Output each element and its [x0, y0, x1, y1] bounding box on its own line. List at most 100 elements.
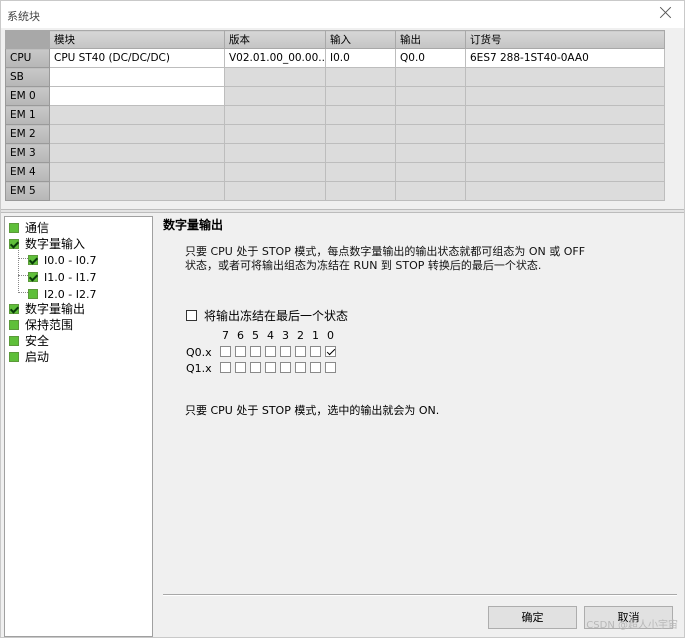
bit-checkbox[interactable] [310, 362, 321, 373]
tree-item-retentive-ranges[interactable]: 保持范围 [9, 317, 73, 333]
table-row[interactable]: EM 0 [5, 86, 665, 106]
tree-item-startup[interactable]: 启动 [9, 349, 49, 365]
tree-item-digital-input[interactable]: 数字量输入 [9, 236, 85, 252]
order-number-cell: 6ES7 288-1ST40-0AA0 [465, 48, 665, 68]
output-cell [395, 67, 466, 87]
window-title: 系统块 [7, 10, 40, 23]
bit-number: 0 [327, 329, 334, 342]
output-cell [395, 124, 466, 144]
panel-title: 数字量输出 [163, 218, 224, 232]
row-header: SB [5, 67, 50, 87]
bit-number: 5 [252, 329, 259, 342]
order-number-cell [465, 162, 665, 182]
bit-checkbox[interactable] [250, 362, 261, 373]
module-cell[interactable] [49, 105, 225, 125]
checkbox-checked-icon [28, 254, 38, 265]
module-cell[interactable] [49, 67, 225, 87]
bit-checkbox[interactable] [310, 346, 321, 357]
freeze-outputs-checkbox[interactable] [186, 310, 197, 321]
module-cell[interactable]: CPU ST40 (DC/DC/DC) [49, 48, 225, 68]
column-header-module: 模块 [49, 30, 225, 49]
order-number-cell [465, 181, 665, 201]
digital-output-panel: 数字量输出 只要 CPU 处于 STOP 模式，每点数字量输出的输出状态就都可组… [156, 213, 684, 637]
row-header: CPU [5, 48, 50, 68]
tree-connector [18, 250, 19, 293]
bit-checkbox[interactable] [265, 362, 276, 373]
tree-item-security[interactable]: 安全 [9, 333, 49, 349]
output-cell [395, 86, 466, 106]
tree-item-digital-output[interactable]: 数字量输出 [9, 301, 85, 317]
tree-item-i2-range[interactable]: I2.0 - I2.7 [28, 286, 96, 302]
version-cell [224, 143, 326, 163]
bit-checkbox[interactable] [280, 362, 291, 373]
input-cell: I0.0 [325, 48, 396, 68]
input-cell [325, 162, 396, 182]
version-cell [224, 86, 326, 106]
bit-checkbox[interactable] [250, 346, 261, 357]
checkbox-icon [9, 319, 19, 330]
bit-checkbox[interactable] [295, 362, 306, 373]
bit-checkbox[interactable] [295, 346, 306, 357]
checkbox-icon [9, 222, 19, 233]
table-row[interactable]: EM 5 [5, 181, 665, 201]
bit-checkbox[interactable] [220, 346, 231, 357]
tree-item-label: I0.0 - I0.7 [44, 254, 97, 267]
tree-item-label: 数字量输出 [25, 302, 86, 316]
tree-item-label: 保持范围 [25, 318, 74, 332]
tree-item-communication[interactable]: 通信 [9, 220, 49, 236]
watermark: CSDN @超人小宇宙 [586, 620, 678, 631]
input-cell [325, 143, 396, 163]
system-block-window: 系统块 模块 版本 输入 输出 订货号 CPU CPU ST40 (DC/DC/… [0, 0, 685, 638]
ok-button[interactable]: 确定 [488, 606, 577, 629]
bit-checkbox[interactable] [280, 346, 291, 357]
output-cell [395, 162, 466, 182]
row-header: EM 2 [5, 124, 50, 144]
module-cell[interactable] [49, 124, 225, 144]
bit-checkbox[interactable] [265, 346, 276, 357]
bit-checkbox[interactable] [235, 362, 246, 373]
order-number-cell [465, 86, 665, 106]
output-row-label: Q1.x [186, 362, 212, 375]
description-line: 只要 CPU 处于 STOP 模式，每点数字量输出的输出状态就都可组态为 ON … [185, 245, 586, 258]
checkbox-checked-icon [9, 303, 19, 314]
stop-mode-note: 只要 CPU 处于 STOP 模式，选中的输出就会为 ON. [185, 404, 440, 417]
bit-checkbox[interactable] [220, 362, 231, 373]
row-header: EM 3 [5, 143, 50, 163]
input-cell [325, 105, 396, 125]
tree-item-label: 启动 [25, 350, 50, 364]
tree-item-label: I1.0 - I1.7 [44, 271, 97, 284]
grid-corner [5, 30, 50, 49]
output-cell [395, 181, 466, 201]
output-cell [395, 143, 466, 163]
column-header-output: 输出 [395, 30, 466, 49]
table-row[interactable]: EM 1 [5, 105, 665, 125]
divider [163, 594, 677, 596]
module-cell[interactable] [49, 162, 225, 182]
table-row[interactable]: SB [5, 67, 665, 87]
checkbox-icon [28, 288, 38, 299]
module-cell[interactable] [49, 143, 225, 163]
bit-checkbox[interactable] [325, 362, 336, 373]
version-cell: V02.01.00_00.00... [224, 48, 326, 68]
bit-checkbox[interactable] [325, 346, 336, 357]
tree-connector [18, 275, 28, 276]
input-cell [325, 67, 396, 87]
table-row[interactable]: EM 2 [5, 124, 665, 144]
tree-item-i1-range[interactable]: I1.0 - I1.7 [28, 269, 96, 285]
close-icon[interactable] [658, 5, 674, 21]
table-row[interactable]: CPU CPU ST40 (DC/DC/DC) V02.01.00_00.00.… [5, 48, 665, 68]
tree-item-i0-range[interactable]: I0.0 - I0.7 [28, 252, 96, 268]
module-cell[interactable] [49, 181, 225, 201]
module-cell[interactable] [49, 86, 225, 106]
freeze-outputs-option[interactable]: 将输出冻结在最后一个状态 [186, 307, 348, 323]
checkbox-checked-icon [9, 238, 19, 249]
input-cell [325, 181, 396, 201]
column-header-input: 输入 [325, 30, 396, 49]
bit-checkbox[interactable] [235, 346, 246, 357]
table-row[interactable]: EM 4 [5, 162, 665, 182]
table-row[interactable]: EM 3 [5, 143, 665, 163]
row-header: EM 5 [5, 181, 50, 201]
bit-number: 7 [222, 329, 229, 342]
output-cell: Q0.0 [395, 48, 466, 68]
checkbox-icon [9, 335, 19, 346]
